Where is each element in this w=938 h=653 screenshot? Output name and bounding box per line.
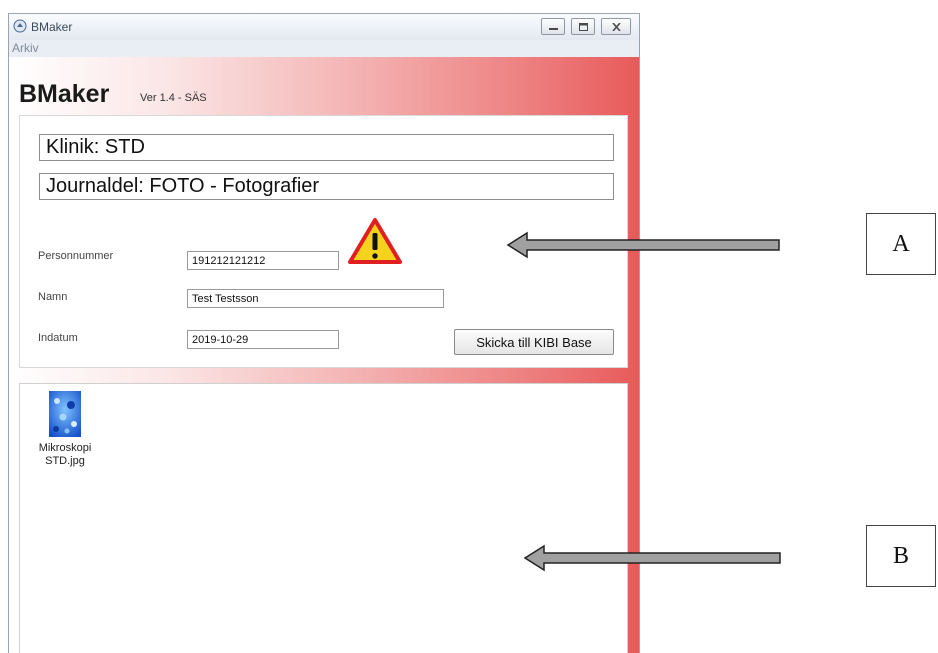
window-title: BMaker: [31, 20, 73, 34]
annotation-label-a: A: [866, 213, 936, 275]
annotation-label-b: B: [866, 525, 936, 587]
indatum-label: Indatum: [38, 332, 78, 344]
annotation-arrow-b: [523, 544, 781, 572]
minimize-button[interactable]: [541, 18, 565, 35]
image-file-icon: [49, 391, 81, 437]
namn-label: Namn: [38, 291, 68, 303]
version-label: Ver 1.4 - SÄS: [140, 92, 207, 104]
personnummer-input[interactable]: [187, 251, 339, 270]
close-icon: [612, 23, 621, 31]
file-item-mikroskopi[interactable]: Mikroskopi STD.jpg: [36, 391, 94, 468]
file-name-line1: Mikroskopi: [38, 442, 92, 454]
annotation-letter-b: B: [892, 543, 909, 569]
menu-bar: Arkiv: [9, 40, 639, 57]
file-drop-area[interactable]: Mikroskopi STD.jpg: [19, 383, 628, 653]
minimize-icon: [549, 28, 558, 30]
journaldel-field: Journaldel: FOTO - Fotografier: [39, 173, 614, 200]
title-bar[interactable]: BMaker: [9, 14, 639, 40]
namn-input[interactable]: [187, 289, 444, 308]
app-name: BMaker: [19, 80, 110, 108]
app-icon: [13, 19, 27, 33]
warning-icon: [348, 218, 402, 264]
maximize-icon: [579, 23, 588, 31]
close-button[interactable]: [601, 18, 631, 35]
personnummer-label: Personnummer: [38, 250, 114, 262]
file-name-line2: STD.jpg: [45, 455, 85, 467]
klinik-field: Klinik: STD: [39, 134, 614, 161]
indatum-input[interactable]: [187, 330, 339, 349]
send-to-kibi-button[interactable]: Skicka till KIBI Base: [454, 329, 614, 355]
maximize-button[interactable]: [571, 18, 595, 35]
annotation-arrow-a: [506, 231, 780, 259]
menu-arkiv[interactable]: Arkiv: [12, 41, 39, 55]
annotation-letter-a: A: [892, 231, 910, 257]
